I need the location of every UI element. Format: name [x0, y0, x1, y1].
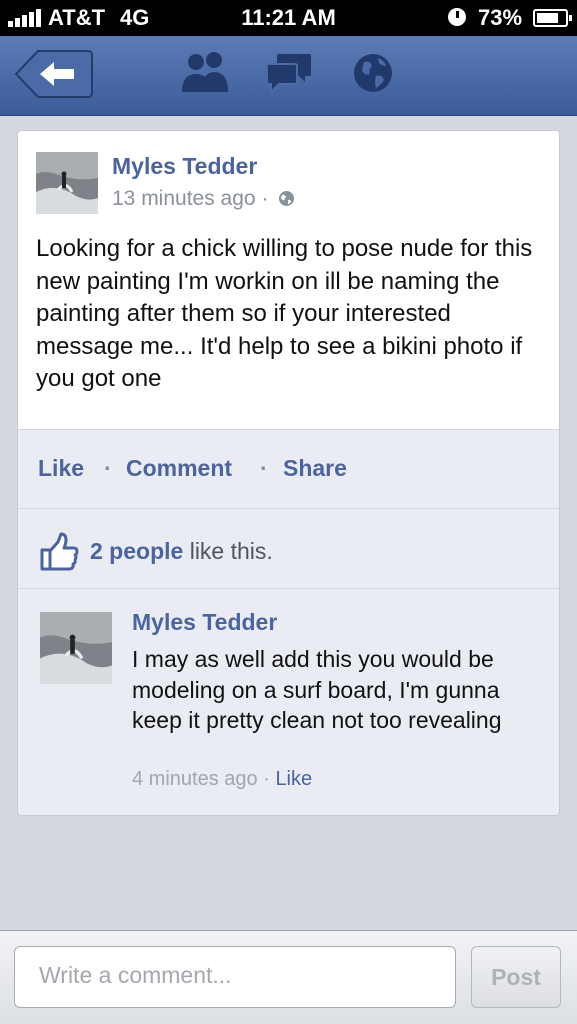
comment-avatar[interactable]: [40, 612, 112, 684]
comment: Myles Tedder I may as well add this you …: [18, 590, 559, 815]
post-body: Myles Tedder 13 minutes ago · Looking fo…: [18, 131, 559, 430]
globe-icon[interactable]: [352, 50, 394, 96]
comment-like-link[interactable]: Like: [275, 768, 312, 790]
meta-separator: ·: [261, 187, 269, 210]
comment-button[interactable]: Comment: [126, 455, 232, 482]
thumbs-up-icon: [40, 532, 79, 571]
post-text: Looking for a chick willing to pose nude…: [36, 235, 533, 392]
likes-count[interactable]: 2 people: [90, 538, 183, 564]
post-author-name[interactable]: Myles Tedder: [112, 153, 257, 180]
likes-suffix: like this.: [189, 538, 273, 564]
likes-summary[interactable]: 2 people like this.: [18, 510, 559, 589]
back-button[interactable]: [14, 48, 94, 100]
messages-icon[interactable]: [265, 50, 313, 96]
post-card: Myles Tedder 13 minutes ago · Looking fo…: [17, 130, 560, 816]
action-separator: ·: [260, 455, 268, 481]
status-bar: AT&T 4G 11:21 AM 73%: [0, 0, 577, 36]
post-actions: Like · Comment · Share: [18, 431, 559, 509]
post-button[interactable]: Post: [471, 946, 561, 1008]
comment-meta: 4 minutes ago · Like: [132, 768, 312, 791]
comment-text: I may as well add this you would be mode…: [132, 646, 502, 733]
likes-text: 2 people like this.: [90, 538, 273, 565]
post-time: 13 minutes ago: [112, 187, 256, 210]
surfer-photo-icon: [40, 612, 112, 684]
comment-author-name[interactable]: Myles Tedder: [132, 609, 277, 636]
alarm-icon: [448, 8, 466, 26]
nav-bar: [0, 36, 577, 116]
comment-meta-separator: ·: [263, 768, 270, 790]
post-timestamp: 13 minutes ago ·: [112, 187, 295, 211]
friends-icon[interactable]: [180, 50, 230, 96]
battery-percentage: 73%: [478, 5, 523, 30]
public-globe-icon: [279, 191, 295, 206]
battery-icon: [533, 9, 572, 27]
surfer-photo-icon: [36, 152, 98, 214]
comment-input[interactable]: Write a comment...: [14, 946, 456, 1008]
action-separator: ·: [104, 455, 112, 481]
comment-time: 4 minutes ago: [132, 768, 258, 790]
avatar[interactable]: [36, 152, 98, 214]
like-button[interactable]: Like: [38, 455, 84, 482]
share-button[interactable]: Share: [283, 455, 347, 482]
comment-composer: Write a comment... Post: [0, 930, 577, 1024]
